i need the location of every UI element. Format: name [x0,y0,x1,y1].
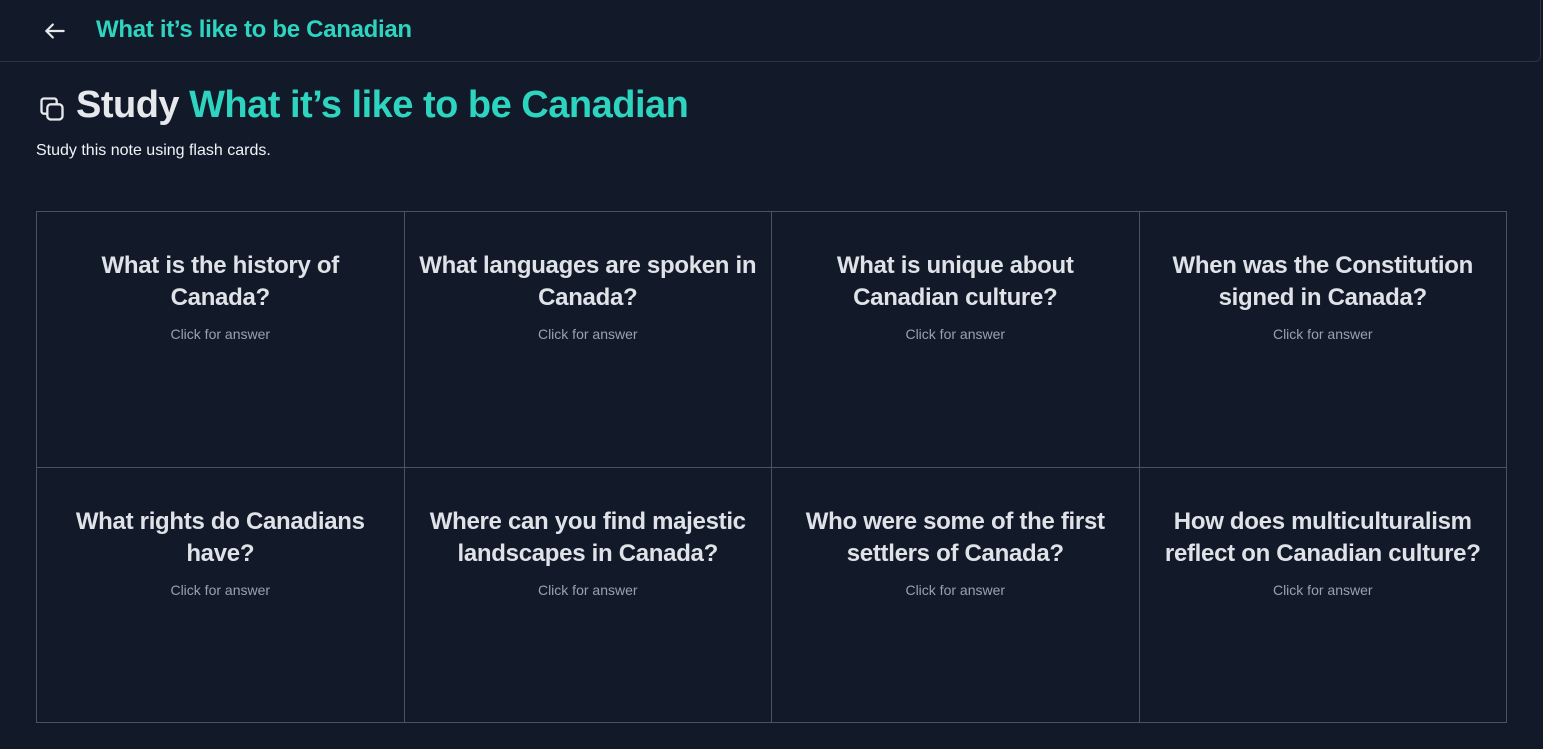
flashcard[interactable]: Who were some of the first settlers of C… [772,467,1140,723]
flashcard-question: What languages are spoken in Canada? [419,252,757,311]
top-bar-title: What it’s like to be Canadian [96,16,412,43]
flashcard-question: How does multiculturalism reflect on Can… [1164,507,1481,567]
flashcard-hint: Click for answer [170,326,271,342]
page-heading: Study What it’s like to be Canadian [38,84,689,127]
flashcard[interactable]: What rights do Canadians have? Click for… [37,467,405,723]
flashcard-hint: Click for answer [170,581,271,598]
flashcard-hint: Click for answer [537,581,638,598]
page-subtitle: Study this note using flash cards. [36,142,271,159]
flashcard-question: What rights do Canadians have? [75,507,365,567]
arrow-left-icon [45,23,65,39]
flashcard-question: Where can you find majestic landscapes i… [429,507,746,567]
note-title: What it’s like to be Canadian [189,84,689,126]
flashcard[interactable]: Where can you find majestic landscapes i… [404,467,772,723]
top-bar: What it’s like to be Canadian [0,0,1541,62]
flashcard-question: When was the Constitution signed in Cana… [1172,252,1474,311]
flashcard-grid: What is the history of Canada? Click for… [36,211,1507,723]
flashcard-hint: Click for answer [537,326,638,342]
study-label: Study [76,84,180,126]
flashcard-hint: Click for answer [1272,326,1373,342]
back-button[interactable] [40,16,70,46]
flashcard[interactable]: What languages are spoken in Canada? Cli… [404,212,772,468]
flashcard[interactable]: What is unique about Canadian culture? C… [772,212,1140,468]
flashcard-question: What is the history of Canada? [101,252,340,311]
flashcard-hint: Click for answer [905,581,1006,598]
flashcard[interactable]: When was the Constitution signed in Cana… [1139,212,1507,468]
flashcard-question: What is unique about Canadian culture? [836,252,1074,311]
flashcard[interactable]: What is the history of Canada? Click for… [37,212,405,468]
flashcard-question: Who were some of the first settlers of C… [805,507,1105,567]
copy-icon [40,96,64,121]
flashcard-hint: Click for answer [905,326,1006,342]
flashcard[interactable]: How does multiculturalism reflect on Can… [1139,467,1507,723]
flashcard-hint: Click for answer [1272,581,1373,598]
